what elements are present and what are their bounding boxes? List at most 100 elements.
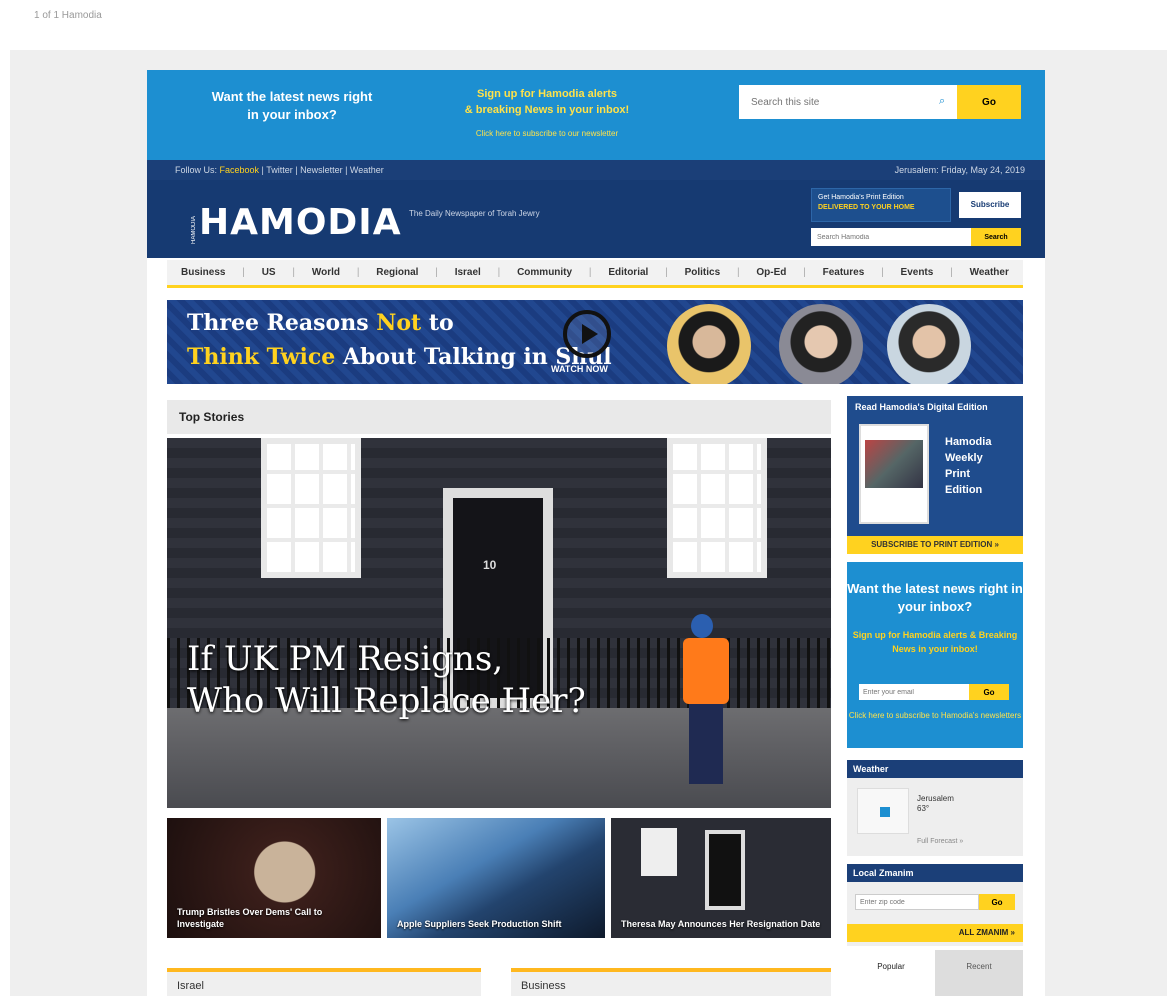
newsletter-email-input[interactable] xyxy=(859,684,969,700)
nav-separator: | xyxy=(665,267,668,278)
tab-popular[interactable]: Popular xyxy=(847,950,935,996)
masthead-search: Search xyxy=(811,228,1021,246)
facebook-link[interactable]: Facebook xyxy=(220,165,260,175)
weather-info: Jerusalem 63° xyxy=(917,794,954,813)
promo-search-input[interactable] xyxy=(739,85,957,119)
zmanim-widget: Local Zmanim Go ALL ZMANIM » xyxy=(847,864,1023,946)
nav-item-politics[interactable]: Politics xyxy=(685,267,721,278)
print-ad[interactable]: Get Hamodia's Print Edition DELIVERED TO… xyxy=(811,188,951,222)
subscribe-button[interactable]: Subscribe xyxy=(959,192,1021,218)
all-zmanim-button[interactable]: ALL ZMANIM » xyxy=(847,924,1023,942)
nav-separator: | xyxy=(356,267,360,278)
hero-window xyxy=(261,438,361,578)
masthead-search-input[interactable] xyxy=(811,228,971,246)
logo-prefix: HAMODIA xyxy=(191,216,197,245)
hero-worker xyxy=(677,614,737,784)
weather-icon xyxy=(857,788,909,834)
social-links[interactable]: Follow Us: Facebook | Twitter | Newslett… xyxy=(175,165,384,175)
nav-separator: | xyxy=(242,267,245,278)
zmanim-zip-input[interactable] xyxy=(855,894,979,910)
nav-item-us[interactable]: US xyxy=(262,267,276,278)
hero-door-number: 10 xyxy=(483,558,497,572)
nav-separator: | xyxy=(497,267,501,278)
story-thumb-caption: Theresa May Announces Her Resignation Da… xyxy=(621,919,821,929)
promo-signup[interactable]: Sign up for Hamodia alerts & breaking Ne… xyxy=(447,86,647,142)
print-ad-line2: DELIVERED TO YOUR HOME xyxy=(818,204,915,211)
banner-line1: Three Reasons Not to xyxy=(187,310,454,336)
zmanim-go-button[interactable]: Go xyxy=(979,894,1015,910)
promo-signup-line2: & breaking News in your inbox! xyxy=(464,104,630,116)
story-thumb[interactable]: Theresa May Announces Her Resignation Da… xyxy=(611,818,831,938)
newsletter-title: Want the latest news right in your inbox… xyxy=(847,581,1023,614)
zmanim-form: Go xyxy=(855,894,1015,910)
top-bar: Follow Us: Facebook | Twitter | Newslett… xyxy=(147,160,1045,180)
nav-separator: | xyxy=(736,267,740,278)
promo-left-text: Want the latest news right in your inbox… xyxy=(211,89,373,122)
other-links[interactable]: | Twitter | Newsletter | Weather xyxy=(259,165,384,175)
zmanim-header: Local Zmanim xyxy=(847,864,1023,882)
nav-separator: | xyxy=(950,267,953,278)
nav-separator: | xyxy=(803,267,806,278)
watch-now-label: WATCH NOW xyxy=(551,364,608,374)
lead-headline-line2: Who Will Replace Her? xyxy=(187,681,586,721)
masthead: HAMODIA HAMODIA The Daily Newspaper of T… xyxy=(147,180,1045,258)
video-banner[interactable]: Three Reasons Not to Think Twice About T… xyxy=(167,300,1023,384)
popular-tabs: Popular Recent xyxy=(847,950,1023,996)
tab-recent[interactable]: Recent xyxy=(935,950,1023,996)
follow-label: Follow Us: xyxy=(175,165,220,175)
speaker-photo xyxy=(667,304,751,384)
search-icon: ⌕ xyxy=(939,95,946,107)
breadcrumb: 1 of 1 Hamodia xyxy=(34,10,102,21)
nav-item-features[interactable]: Features xyxy=(823,267,865,278)
thumb-door xyxy=(705,830,745,910)
nav-item-editorial[interactable]: Editorial xyxy=(608,267,648,278)
promo-signup-fine[interactable]: Click here to subscribe to our newslette… xyxy=(447,126,647,142)
print-ad-line1: Get Hamodia's Print Edition xyxy=(818,194,904,201)
play-icon[interactable] xyxy=(563,310,611,358)
promo-search-button[interactable]: Go xyxy=(957,85,1021,119)
section-business[interactable]: Business xyxy=(511,968,831,996)
nav-item-israel[interactable]: Israel xyxy=(455,267,481,278)
date-line: Jerusalem: Friday, May 24, 2019 xyxy=(894,165,1025,175)
nav-item-weather[interactable]: Weather xyxy=(970,267,1009,278)
story-thumb[interactable]: Trump Bristles Over Dems' Call to Invest… xyxy=(167,818,381,938)
story-thumb[interactable]: Apple Suppliers Seek Production Shift xyxy=(387,818,605,938)
lead-story[interactable]: 10 If UK PM Resigns, Who Will Replace He… xyxy=(167,438,831,808)
weather-header: Weather xyxy=(847,760,1023,778)
nav-separator: | xyxy=(881,267,884,278)
tagline: The Daily Newspaper of Torah Jewry xyxy=(409,209,540,218)
nav-item-events[interactable]: Events xyxy=(901,267,934,278)
newspaper-cover xyxy=(859,424,929,524)
newsletter-link[interactable]: Click here to subscribe to Hamodia's new… xyxy=(847,710,1023,722)
promo-search: ⌕ Go xyxy=(739,85,1021,119)
promo-strip: Want the latest news right in your inbox… xyxy=(147,70,1045,160)
promo-signup-line1: Sign up for Hamodia alerts xyxy=(477,88,617,100)
nav-item-world[interactable]: World xyxy=(312,267,340,278)
newsletter-subtitle: Sign up for Hamodia alerts & Breaking Ne… xyxy=(852,630,1018,654)
thumb-window xyxy=(641,828,677,876)
digital-edition-text: Hamodia Weekly Print Edition xyxy=(945,436,992,496)
masthead-search-button[interactable]: Search xyxy=(971,228,1021,246)
lead-headline-line1: If UK PM Resigns, xyxy=(187,639,504,679)
nav-item-op-ed[interactable]: Op-Ed xyxy=(756,267,786,278)
digital-edition-widget[interactable]: Read Hamodia's Digital Edition Hamodia W… xyxy=(847,396,1023,554)
site-logo[interactable]: HAMODIA xyxy=(199,202,402,243)
digital-edition-header: Read Hamodia's Digital Edition xyxy=(855,402,988,412)
story-thumbnails: Trump Bristles Over Dems' Call to Invest… xyxy=(167,818,831,938)
newsletter-submit-button[interactable]: Go xyxy=(969,684,1009,700)
story-thumb-caption: Trump Bristles Over Dems' Call to Invest… xyxy=(177,907,323,929)
nav-separator: | xyxy=(435,267,438,278)
nav-item-business[interactable]: Business xyxy=(181,267,225,278)
subscribe-print-button[interactable]: SUBSCRIBE TO PRINT EDITION » xyxy=(847,536,1023,554)
main-nav: Business | US | World | Regional | Israel | Commun… xyxy=(167,260,1023,288)
section-israel[interactable]: Israel xyxy=(167,968,481,996)
nav-item-regional[interactable]: Regional xyxy=(376,267,418,278)
top-stories-header: Top Stories xyxy=(167,400,831,434)
nav-separator: | xyxy=(292,267,296,278)
weather-forecast-link[interactable]: Full Forecast » xyxy=(917,838,963,845)
speaker-photo xyxy=(887,304,971,384)
lead-headline[interactable]: If UK PM Resigns, Who Will Replace Her? xyxy=(187,638,586,722)
site-page: Want the latest news right in your inbox… xyxy=(147,70,1045,996)
weather-widget: Weather Jerusalem 63° Full Forecast » xyxy=(847,760,1023,856)
nav-item-community[interactable]: Community xyxy=(517,267,572,278)
